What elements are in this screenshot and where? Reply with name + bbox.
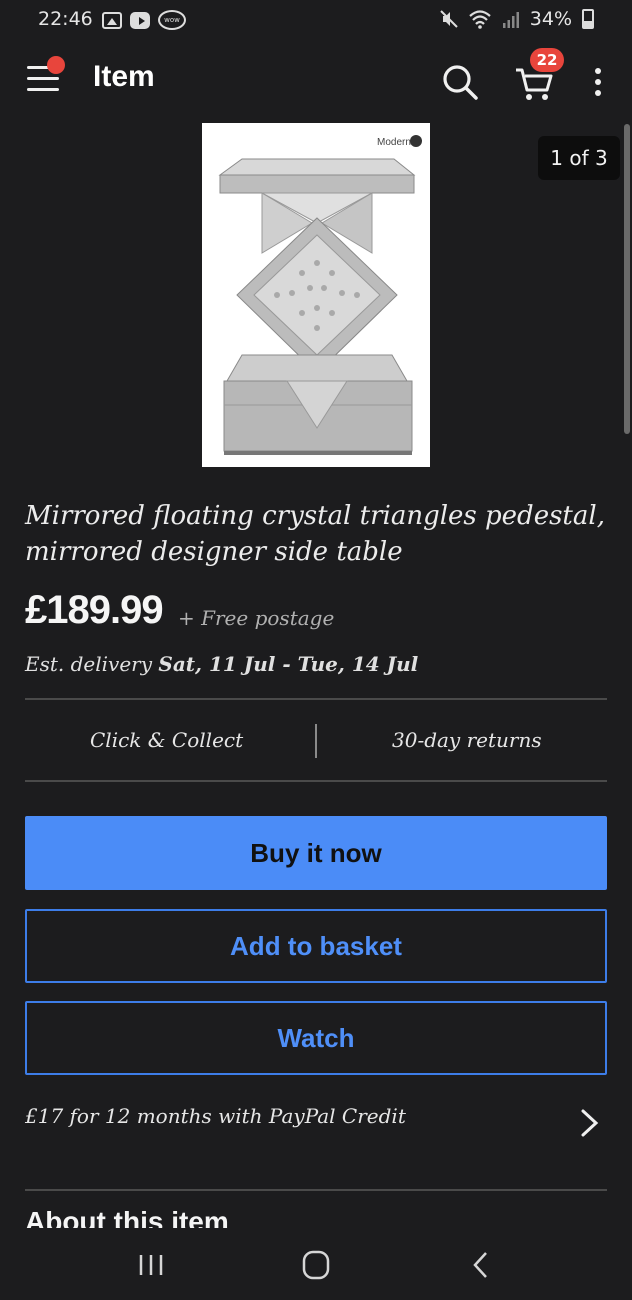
notification-dot: [47, 56, 65, 74]
estimated-delivery: Est. delivery Sat, 11 Jul - Tue, 14 Jul: [25, 652, 418, 676]
cart-count-badge: 22: [530, 48, 564, 72]
search-icon: [443, 65, 478, 100]
product-price: £189.99: [25, 588, 164, 632]
hamburger-icon-bar: [27, 88, 59, 91]
wow-icon: wow: [158, 10, 186, 30]
more-options-button[interactable]: [588, 66, 608, 98]
buy-it-now-button[interactable]: Buy it now: [25, 816, 607, 890]
divider: [25, 780, 607, 782]
more-options-icon: [595, 68, 601, 74]
status-time: 22:46: [38, 8, 93, 30]
feature-separator: [315, 724, 317, 758]
system-icons: 34%: [440, 8, 594, 30]
page-title: Item: [93, 60, 155, 93]
delivery-dates: Sat, 11 Jul - Tue, 14 Jul: [158, 652, 419, 676]
search-button[interactable]: [440, 62, 480, 102]
back-button[interactable]: [461, 1248, 501, 1282]
status-bar: 22:46 wow 34%: [0, 0, 632, 40]
divider: [25, 698, 607, 700]
home-icon: [302, 1250, 330, 1280]
product-image[interactable]: Modern: [202, 123, 430, 467]
more-options-icon-dot: [595, 79, 601, 85]
pedestal-table-image: Modern: [218, 135, 422, 455]
returns-label: 30-day returns: [392, 728, 542, 752]
battery-percent: 34%: [529, 8, 572, 30]
system-nav-bar: [0, 1228, 632, 1300]
home-button[interactable]: [296, 1248, 336, 1282]
mute-icon: [440, 10, 458, 28]
back-icon: [473, 1252, 487, 1278]
more-options-icon-dot: [595, 90, 601, 96]
notification-icons: wow: [102, 10, 186, 30]
chevron-right-icon[interactable]: [578, 1108, 602, 1138]
recent-apps-icon: [139, 1255, 163, 1275]
gallery-icon: [102, 11, 122, 29]
click-collect-label: Click & Collect: [90, 728, 244, 752]
divider: [25, 1189, 607, 1191]
battery-icon: [582, 9, 594, 29]
product-title: Mirrored floating crystal triangles pede…: [25, 501, 605, 567]
youtube-icon: [130, 11, 150, 29]
add-to-basket-button[interactable]: Add to basket: [25, 909, 607, 983]
brand-logo-icon: [410, 135, 422, 147]
wifi-icon: [469, 10, 491, 29]
signal-icon: [502, 12, 519, 28]
brand-logo-text: Modern: [377, 137, 411, 148]
paypal-credit-link[interactable]: £17 for 12 months with PayPal Credit: [25, 1104, 406, 1128]
recent-apps-button[interactable]: [131, 1248, 171, 1282]
delivery-label: Est. delivery: [25, 652, 159, 676]
image-counter: 1 of 3: [538, 136, 620, 180]
postage-info: + Free postage: [178, 606, 335, 630]
about-heading: About this item: [25, 1206, 229, 1228]
scrollbar[interactable]: [624, 124, 630, 434]
hamburger-icon-bar: [27, 77, 59, 80]
watch-button[interactable]: Watch: [25, 1001, 607, 1075]
menu-button[interactable]: [27, 56, 65, 96]
